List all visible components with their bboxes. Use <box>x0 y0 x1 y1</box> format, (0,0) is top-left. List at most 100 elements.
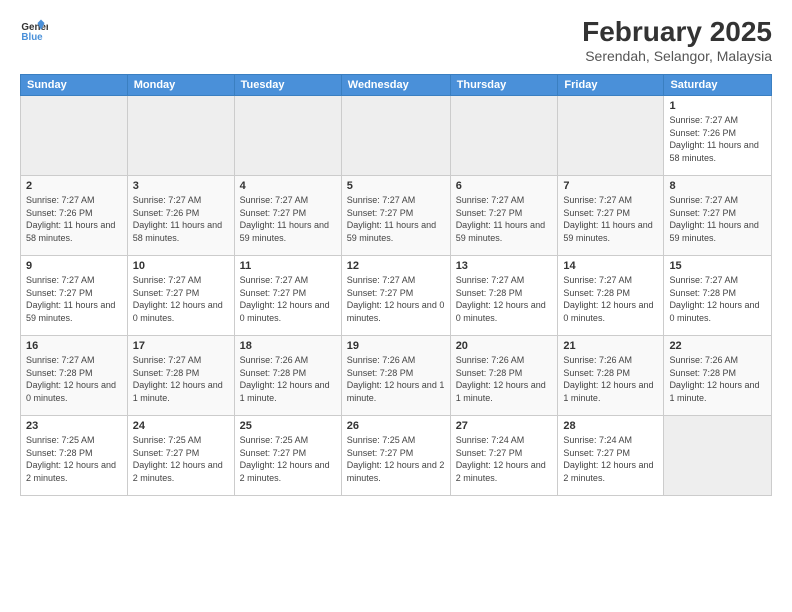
day-number: 20 <box>456 340 553 352</box>
week-row-3: 16 Sunrise: 7:27 AM Sunset: 7:28 PM Dayli… <box>21 336 772 416</box>
day-number: 26 <box>347 420 445 432</box>
day-number: 5 <box>347 180 445 192</box>
day-info: Sunrise: 7:27 AM Sunset: 7:28 PM Dayligh… <box>563 274 658 324</box>
table-row <box>234 96 341 176</box>
day-number: 1 <box>669 100 766 112</box>
day-number: 12 <box>347 260 445 272</box>
day-info: Sunrise: 7:26 AM Sunset: 7:28 PM Dayligh… <box>669 354 766 404</box>
day-info: Sunrise: 7:27 AM Sunset: 7:28 PM Dayligh… <box>133 354 229 404</box>
table-row: 21 Sunrise: 7:26 AM Sunset: 7:28 PM Dayli… <box>558 336 664 416</box>
table-row: 19 Sunrise: 7:26 AM Sunset: 7:28 PM Dayli… <box>341 336 450 416</box>
logo-icon: General Blue <box>20 16 48 44</box>
day-number: 28 <box>563 420 658 432</box>
table-row <box>664 416 772 496</box>
table-row: 16 Sunrise: 7:27 AM Sunset: 7:28 PM Dayli… <box>21 336 128 416</box>
col-thursday: Thursday <box>450 75 558 96</box>
col-saturday: Saturday <box>664 75 772 96</box>
day-number: 11 <box>240 260 336 272</box>
table-row: 2 Sunrise: 7:27 AM Sunset: 7:26 PM Daylig… <box>21 176 128 256</box>
table-row: 12 Sunrise: 7:27 AM Sunset: 7:27 PM Dayli… <box>341 256 450 336</box>
table-row <box>450 96 558 176</box>
day-number: 2 <box>26 180 122 192</box>
table-row: 22 Sunrise: 7:26 AM Sunset: 7:28 PM Dayli… <box>664 336 772 416</box>
day-info: Sunrise: 7:24 AM Sunset: 7:27 PM Dayligh… <box>563 434 658 484</box>
table-row: 24 Sunrise: 7:25 AM Sunset: 7:27 PM Dayli… <box>127 416 234 496</box>
table-row: 17Sunrise: 7:27 AM Sunset: 7:28 PM Dayli… <box>127 336 234 416</box>
day-number: 13 <box>456 260 553 272</box>
table-row <box>341 96 450 176</box>
table-row <box>127 96 234 176</box>
table-row: 8 Sunrise: 7:27 AM Sunset: 7:27 PM Daylig… <box>664 176 772 256</box>
table-row: 28 Sunrise: 7:24 AM Sunset: 7:27 PM Dayli… <box>558 416 664 496</box>
day-info: Sunrise: 7:26 AM Sunset: 7:28 PM Dayligh… <box>347 354 445 404</box>
day-info: Sunrise: 7:27 AM Sunset: 7:27 PM Dayligh… <box>669 194 766 244</box>
day-number: 4 <box>240 180 336 192</box>
table-row <box>558 96 664 176</box>
main-title: February 2025 <box>582 16 772 48</box>
day-info: Sunrise: 7:25 AM Sunset: 7:28 PM Dayligh… <box>26 434 122 484</box>
week-row-0: 1Sunrise: 7:27 AM Sunset: 7:26 PM Daylig… <box>21 96 772 176</box>
day-number: 3 <box>133 180 229 192</box>
day-info: Sunrise: 7:27 AM Sunset: 7:27 PM Dayligh… <box>563 194 658 244</box>
logo: General Blue <box>20 16 48 44</box>
day-number: 22 <box>669 340 766 352</box>
day-number: 27 <box>456 420 553 432</box>
header-row: Sunday Monday Tuesday Wednesday Thursday… <box>21 75 772 96</box>
day-info: Sunrise: 7:27 AM Sunset: 7:27 PM Dayligh… <box>456 194 553 244</box>
table-row: 26 Sunrise: 7:25 AM Sunset: 7:27 PM Dayli… <box>341 416 450 496</box>
table-row: 27Sunrise: 7:24 AM Sunset: 7:27 PM Dayli… <box>450 416 558 496</box>
table-row: 5 Sunrise: 7:27 AM Sunset: 7:27 PM Daylig… <box>341 176 450 256</box>
day-number: 23 <box>26 420 122 432</box>
day-number: 19 <box>347 340 445 352</box>
day-info: Sunrise: 7:27 AM Sunset: 7:27 PM Dayligh… <box>26 274 122 324</box>
day-info: Sunrise: 7:27 AM Sunset: 7:26 PM Dayligh… <box>133 194 229 244</box>
table-row: 20 Sunrise: 7:26 AM Sunset: 7:28 PM Dayli… <box>450 336 558 416</box>
table-row: 7 Sunrise: 7:27 AM Sunset: 7:27 PM Daylig… <box>558 176 664 256</box>
day-number: 16 <box>26 340 122 352</box>
table-row: 11 Sunrise: 7:27 AM Sunset: 7:27 PM Dayli… <box>234 256 341 336</box>
day-info: Sunrise: 7:27 AM Sunset: 7:27 PM Dayligh… <box>240 194 336 244</box>
day-info: Sunrise: 7:27 AM Sunset: 7:28 PM Dayligh… <box>26 354 122 404</box>
day-info: Sunrise: 7:25 AM Sunset: 7:27 PM Dayligh… <box>240 434 336 484</box>
day-info: Sunrise: 7:25 AM Sunset: 7:27 PM Dayligh… <box>347 434 445 484</box>
col-sunday: Sunday <box>21 75 128 96</box>
day-number: 7 <box>563 180 658 192</box>
table-row: 10Sunrise: 7:27 AM Sunset: 7:27 PM Dayli… <box>127 256 234 336</box>
week-row-1: 2 Sunrise: 7:27 AM Sunset: 7:26 PM Daylig… <box>21 176 772 256</box>
table-row: 25 Sunrise: 7:25 AM Sunset: 7:27 PM Dayli… <box>234 416 341 496</box>
day-number: 24 <box>133 420 229 432</box>
page: General Blue February 2025 Serendah, Sel… <box>0 0 792 612</box>
day-info: Sunrise: 7:27 AM Sunset: 7:27 PM Dayligh… <box>347 274 445 324</box>
day-info: Sunrise: 7:25 AM Sunset: 7:27 PM Dayligh… <box>133 434 229 484</box>
day-number: 6 <box>456 180 553 192</box>
table-row <box>21 96 128 176</box>
day-info: Sunrise: 7:27 AM Sunset: 7:27 PM Dayligh… <box>240 274 336 324</box>
table-row: 4 Sunrise: 7:27 AM Sunset: 7:27 PM Daylig… <box>234 176 341 256</box>
day-number: 21 <box>563 340 658 352</box>
table-row: 13Sunrise: 7:27 AM Sunset: 7:28 PM Dayli… <box>450 256 558 336</box>
title-section: February 2025 Serendah, Selangor, Malays… <box>582 16 772 64</box>
subtitle: Serendah, Selangor, Malaysia <box>582 48 772 64</box>
day-number: 14 <box>563 260 658 272</box>
table-row: 6 Sunrise: 7:27 AM Sunset: 7:27 PM Daylig… <box>450 176 558 256</box>
table-row: 15Sunrise: 7:27 AM Sunset: 7:28 PM Dayli… <box>664 256 772 336</box>
day-number: 8 <box>669 180 766 192</box>
svg-text:Blue: Blue <box>21 32 43 43</box>
day-info: Sunrise: 7:27 AM Sunset: 7:28 PM Dayligh… <box>669 274 766 324</box>
day-number: 25 <box>240 420 336 432</box>
table-row: 18Sunrise: 7:26 AM Sunset: 7:28 PM Dayli… <box>234 336 341 416</box>
table-row: 14 Sunrise: 7:27 AM Sunset: 7:28 PM Dayli… <box>558 256 664 336</box>
day-number: 10 <box>133 260 229 272</box>
week-row-4: 23 Sunrise: 7:25 AM Sunset: 7:28 PM Dayli… <box>21 416 772 496</box>
day-info: Sunrise: 7:27 AM Sunset: 7:26 PM Dayligh… <box>26 194 122 244</box>
header-section: General Blue February 2025 Serendah, Sel… <box>20 16 772 64</box>
col-monday: Monday <box>127 75 234 96</box>
week-row-2: 9Sunrise: 7:27 AM Sunset: 7:27 PM Daylig… <box>21 256 772 336</box>
day-info: Sunrise: 7:27 AM Sunset: 7:27 PM Dayligh… <box>347 194 445 244</box>
day-info: Sunrise: 7:26 AM Sunset: 7:28 PM Dayligh… <box>563 354 658 404</box>
calendar-table: Sunday Monday Tuesday Wednesday Thursday… <box>20 74 772 496</box>
col-wednesday: Wednesday <box>341 75 450 96</box>
day-info: Sunrise: 7:26 AM Sunset: 7:28 PM Dayligh… <box>456 354 553 404</box>
day-info: Sunrise: 7:26 AM Sunset: 7:28 PM Dayligh… <box>240 354 336 404</box>
table-row: 1Sunrise: 7:27 AM Sunset: 7:26 PM Daylig… <box>664 96 772 176</box>
